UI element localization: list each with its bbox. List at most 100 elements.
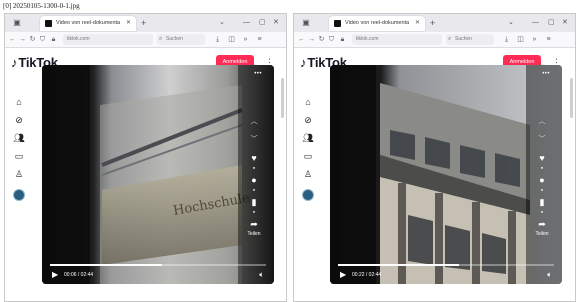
search-placeholder: Suchen bbox=[455, 36, 472, 42]
play-icon[interactable]: ▶ bbox=[52, 270, 58, 280]
tab-dropdown-icon[interactable]: ⌄ bbox=[219, 17, 225, 29]
home-icon[interactable]: ⌂ bbox=[302, 96, 314, 108]
comment-icon[interactable]: ● bbox=[248, 175, 260, 185]
pocket-icon[interactable]: ◫ bbox=[227, 34, 236, 45]
video-progress-bar[interactable] bbox=[338, 264, 554, 266]
video-actions: ︿ ﹀ ♥ ● ● ● ▮ ● ➦ Teilen bbox=[522, 65, 562, 284]
browser-window-left: ▣ Video von reel-dokumenta... ✕ + ⌄ — ▢ … bbox=[4, 13, 287, 302]
url-bar[interactable]: tiktok.com bbox=[352, 34, 442, 45]
avatar[interactable] bbox=[13, 189, 25, 201]
extensions-icon[interactable]: » bbox=[530, 34, 539, 45]
like-count-dot: ● bbox=[540, 165, 544, 170]
live-icon[interactable]: ▭ bbox=[13, 150, 25, 162]
share-icon[interactable]: ➦ bbox=[248, 219, 260, 229]
profile-icon[interactable]: ♙ bbox=[13, 168, 25, 180]
navigation-bar: ← → ↻ ⛉ 🔒︎ tiktok.com ⌕ Suchen ⤓ ◫ » ≡ bbox=[5, 32, 286, 48]
play-icon[interactable]: ▶ bbox=[340, 270, 346, 280]
menu-icon[interactable]: ≡ bbox=[544, 34, 553, 45]
maximize-button[interactable]: ▢ bbox=[259, 17, 266, 29]
back-icon[interactable]: ← bbox=[8, 34, 17, 45]
video-player[interactable]: Hochschule ••• ︿ ﹀ ♥ ● ● ● ▮ ● ➦ Teilen … bbox=[42, 65, 274, 284]
video-player[interactable]: ••• ︿ ﹀ ♥ ● ● ● ▮ ● ➦ Teilen ▶ 00:22 / 0… bbox=[330, 65, 562, 284]
tab-list-icon[interactable]: ▣ bbox=[300, 17, 312, 29]
like-count-dot: ● bbox=[252, 165, 256, 170]
share-icon[interactable]: ➦ bbox=[536, 219, 548, 229]
tab-close-icon[interactable]: ✕ bbox=[415, 18, 420, 29]
video-time: 00:22 / 02:44 bbox=[352, 272, 382, 278]
lock-icon: 🔒︎ bbox=[51, 36, 56, 43]
search-input[interactable]: ⌕ Suchen bbox=[157, 34, 205, 45]
browser-tab[interactable]: Video von reel-dokumenta... ✕ bbox=[40, 16, 136, 31]
download-icon[interactable]: ⤓ bbox=[213, 34, 222, 45]
live-icon[interactable]: ▭ bbox=[302, 150, 314, 162]
chevron-down-icon[interactable]: ﹀ bbox=[248, 135, 260, 145]
close-window-button[interactable]: ✕ bbox=[562, 17, 568, 29]
browser-window-right: ▣ Video von reel-dokumenta... ✕ + ⌄ — ▢ … bbox=[293, 13, 576, 302]
video-actions: ︿ ﹀ ♥ ● ● ● ▮ ● ➦ Teilen bbox=[234, 65, 274, 284]
maximize-button[interactable]: ▢ bbox=[548, 17, 555, 29]
tab-bar: ▣ Video von reel-dokumenta... ✕ + ⌄ — ▢ … bbox=[5, 14, 286, 32]
lock-icon: 🔒︎ bbox=[340, 36, 345, 43]
bookmark-icon[interactable]: ▮ bbox=[248, 197, 260, 207]
search-input[interactable]: ⌕ Suchen bbox=[446, 34, 494, 45]
reload-icon[interactable]: ↻ bbox=[28, 34, 37, 45]
chevron-down-icon[interactable]: ﹀ bbox=[536, 135, 548, 145]
save-count-dot: ● bbox=[252, 209, 256, 214]
tiktok-page: ♪TikTok Anmelden ⋮ ⌂ ⊘ 👥︎ ▭ ♙ bbox=[5, 48, 286, 301]
image-caption: [0] 20250105-1300-0-1.jpg bbox=[3, 2, 80, 10]
scrollbar[interactable] bbox=[281, 78, 284, 118]
comment-count-dot: ● bbox=[252, 187, 256, 192]
avatar[interactable] bbox=[302, 189, 314, 201]
tab-title: Video von reel-dokumenta... bbox=[56, 20, 120, 26]
url-bar[interactable]: tiktok.com bbox=[63, 34, 153, 45]
shield-icon[interactable]: ⛉ bbox=[327, 34, 336, 45]
pocket-icon[interactable]: ◫ bbox=[516, 34, 525, 45]
search-icon: ⌕ bbox=[448, 36, 452, 42]
bookmark-icon[interactable]: ▮ bbox=[536, 197, 548, 207]
extensions-icon[interactable]: » bbox=[241, 34, 250, 45]
back-icon[interactable]: ← bbox=[297, 34, 306, 45]
new-tab-button[interactable]: + bbox=[430, 17, 435, 29]
tiktok-note-icon: ♪ bbox=[11, 55, 18, 70]
minimize-button[interactable]: — bbox=[532, 17, 539, 29]
forward-icon[interactable]: → bbox=[307, 34, 316, 45]
share-label: Teilen bbox=[247, 231, 261, 237]
compass-icon[interactable]: ⊘ bbox=[13, 114, 25, 126]
scrollbar[interactable] bbox=[570, 78, 573, 118]
heart-icon[interactable]: ♥ bbox=[248, 153, 260, 163]
profile-icon[interactable]: ♙ bbox=[302, 168, 314, 180]
home-icon[interactable]: ⌂ bbox=[13, 96, 25, 108]
search-placeholder: Suchen bbox=[166, 36, 183, 42]
new-tab-button[interactable]: + bbox=[141, 17, 146, 29]
people-icon[interactable]: 👥︎ bbox=[13, 132, 25, 144]
volume-icon[interactable]: 🔈︎ bbox=[547, 270, 552, 280]
forward-icon[interactable]: → bbox=[18, 34, 27, 45]
tab-dropdown-icon[interactable]: ⌄ bbox=[508, 17, 514, 29]
tab-title: Video von reel-dokumenta... bbox=[345, 20, 409, 26]
close-window-button[interactable]: ✕ bbox=[273, 17, 279, 29]
volume-icon[interactable]: 🔈︎ bbox=[259, 270, 264, 280]
shield-icon[interactable]: ⛉ bbox=[38, 34, 47, 45]
chevron-up-icon[interactable]: ︿ bbox=[536, 117, 548, 127]
comment-icon[interactable]: ● bbox=[536, 175, 548, 185]
compass-icon[interactable]: ⊘ bbox=[302, 114, 314, 126]
navigation-bar: ← → ↻ ⛉ 🔒︎ tiktok.com ⌕ Suchen ⤓ ◫ » ≡ bbox=[294, 32, 575, 48]
heart-icon[interactable]: ♥ bbox=[536, 153, 548, 163]
comment-count-dot: ● bbox=[540, 187, 544, 192]
share-label: Teilen bbox=[535, 231, 549, 237]
video-progress-bar[interactable] bbox=[50, 264, 266, 266]
chevron-up-icon[interactable]: ︿ bbox=[248, 117, 260, 127]
minimize-button[interactable]: — bbox=[243, 17, 250, 29]
menu-icon[interactable]: ≡ bbox=[255, 34, 264, 45]
video-progress-fill bbox=[50, 264, 163, 266]
download-icon[interactable]: ⤓ bbox=[502, 34, 511, 45]
save-count-dot: ● bbox=[540, 209, 544, 214]
reload-icon[interactable]: ↻ bbox=[317, 34, 326, 45]
people-icon[interactable]: 👥︎ bbox=[302, 132, 314, 144]
tab-list-icon[interactable]: ▣ bbox=[11, 17, 23, 29]
tiktok-page: ♪TikTok Anmelden ⋮ ⌂ ⊘ 👥︎ ▭ ♙ bbox=[294, 48, 575, 301]
browser-tab[interactable]: Video von reel-dokumenta... ✕ bbox=[329, 16, 425, 31]
tiktok-note-icon: ♪ bbox=[300, 55, 307, 70]
search-icon: ⌕ bbox=[159, 36, 163, 42]
tab-close-icon[interactable]: ✕ bbox=[126, 18, 131, 29]
